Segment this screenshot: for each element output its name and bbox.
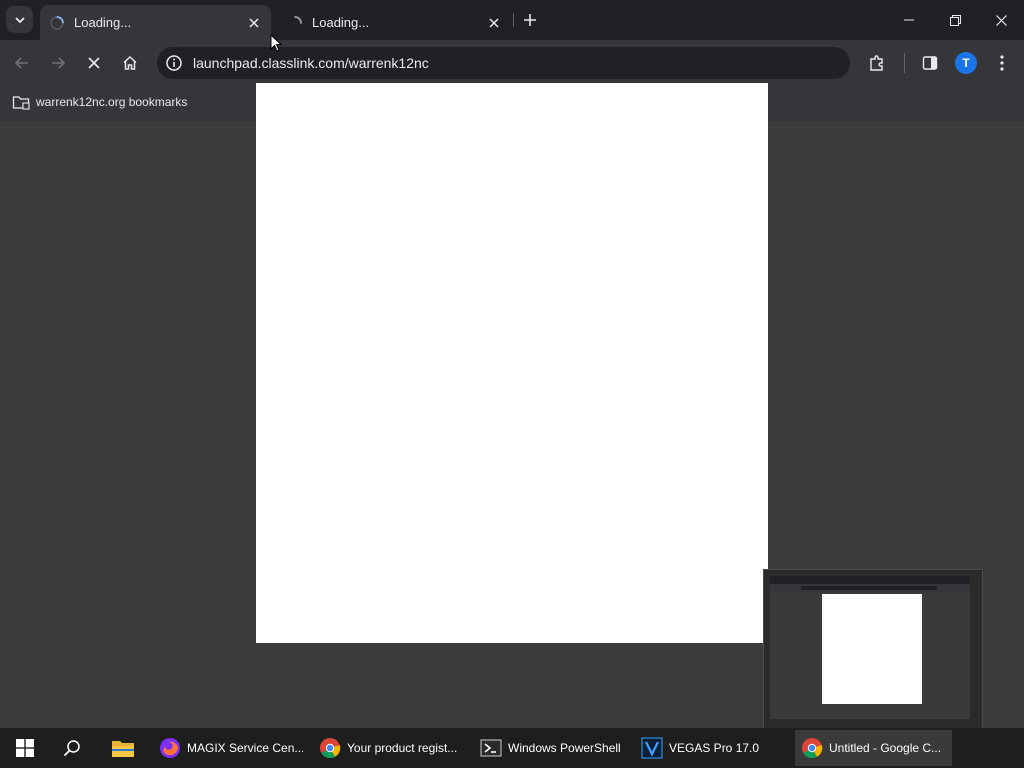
vegas-icon [641,737,663,759]
bookmark-folder[interactable]: warrenk12nc.org bookmarks [12,92,187,112]
arrow-left-icon [14,57,28,69]
minimize-icon [904,19,914,21]
address-text[interactable]: launchpad.classlink.com/warrenk12nc [193,55,429,71]
puzzle-piece-icon [870,55,883,71]
search-icon [63,740,80,757]
close-tab-button[interactable] [245,14,263,32]
restore-icon [949,14,961,26]
menu-button[interactable] [988,49,1016,77]
arrow-right-icon [52,57,66,69]
more-vertical-icon [1000,55,1004,71]
folder-icon [12,96,30,110]
preview-page [822,594,922,704]
mouse-cursor-icon [270,34,282,52]
taskbar-item-label: VEGAS Pro 17.0 [669,741,760,755]
loading-spinner-icon [50,15,64,30]
tab-2[interactable]: Loading... [278,5,511,40]
powershell-icon [480,739,502,757]
tab-separator [513,13,514,27]
bookmark-label: warrenk12nc.org bookmarks [36,95,188,109]
tab-search-button[interactable] [6,6,33,33]
close-tab-button[interactable] [485,14,503,32]
blank-page[interactable] [256,83,768,643]
taskbar-item-chrome[interactable]: Your product regist... [313,730,463,766]
taskbar-search-button[interactable] [54,730,90,766]
tab-1[interactable]: Loading... [40,5,271,40]
stop-loading-button[interactable] [80,49,108,77]
address-bar[interactable]: launchpad.classlink.com/warrenk12nc [157,47,850,79]
taskbar-item-chrome-active[interactable]: Untitled - Google C... [795,730,952,766]
firefox-icon [160,738,180,758]
profile-avatar[interactable]: T [955,52,977,74]
back-button[interactable] [8,49,36,77]
windows-logo-icon [16,739,34,757]
taskbar-item-firefox[interactable]: MAGIX Service Cen... [153,730,303,766]
folder-icon [112,741,134,757]
close-icon [995,14,1007,26]
preview-tabstrip [770,576,970,584]
tab-title: Loading... [312,15,370,30]
chrome-icon [320,738,341,759]
preview-address-bar [801,586,937,590]
minimize-button[interactable] [887,4,931,36]
site-info-icon[interactable] [165,54,183,72]
toolbar-separator [904,53,905,73]
restore-button[interactable] [933,4,977,36]
forward-button[interactable] [44,49,72,77]
tab-title: Loading... [74,15,132,30]
file-explorer-button[interactable] [104,730,142,766]
home-button[interactable] [116,49,144,77]
side-panel-button[interactable] [916,49,944,77]
taskbar-item-powershell[interactable]: Windows PowerShell [474,730,626,766]
plus-icon [524,14,536,26]
loading-spinner-icon [294,15,302,24]
taskbar-item-label: MAGIX Service Cen... [187,741,303,755]
taskbar-item-vegas[interactable]: VEGAS Pro 17.0 [635,730,785,766]
close-icon [489,17,499,28]
taskbar-item-label: Your product regist... [347,741,458,755]
close-window-button[interactable] [979,4,1023,36]
chevron-down-icon [14,16,25,23]
side-panel-icon [922,56,938,70]
new-tab-button[interactable] [519,9,541,31]
close-icon [249,17,259,28]
taskbar-item-label: Untitled - Google C... [829,741,942,755]
start-button[interactable] [6,730,44,766]
close-icon [88,57,100,69]
chrome-icon [802,738,823,759]
taskbar-item-label: Windows PowerShell [508,741,621,755]
extensions-button[interactable] [863,49,891,77]
home-icon [123,55,137,70]
